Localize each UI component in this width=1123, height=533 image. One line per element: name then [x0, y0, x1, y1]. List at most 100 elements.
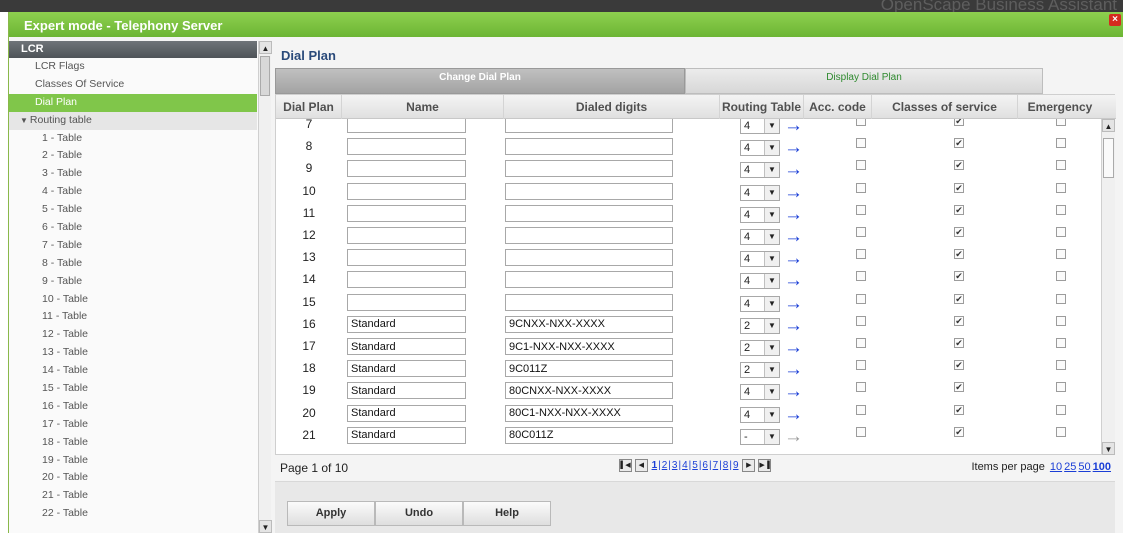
chevron-down-icon[interactable]: ▼: [764, 341, 779, 355]
column-header-dial-plan[interactable]: Dial Plan: [276, 95, 342, 119]
routing-table-select[interactable]: 2 ▼: [740, 362, 780, 379]
sidebar-item-table[interactable]: 8 - Table: [9, 255, 257, 273]
dialed-digits-field[interactable]: [505, 204, 673, 222]
column-header-routing-table[interactable]: Routing Table: [720, 95, 804, 119]
table-scrollbar[interactable]: ▲ ▼: [1101, 119, 1115, 455]
emergency-checkbox[interactable]: [1056, 426, 1066, 437]
page-link[interactable]: 7: [713, 460, 719, 471]
classes-of-service-checkbox[interactable]: [954, 271, 964, 282]
classes-of-service-checkbox[interactable]: [954, 138, 964, 149]
column-header-acc-code[interactable]: Acc. code: [804, 95, 872, 119]
table-scroll-thumb[interactable]: [1103, 138, 1114, 178]
route-arrow-icon[interactable]: →: [784, 382, 803, 401]
routing-table-select[interactable]: 4 ▼: [740, 384, 780, 401]
classes-of-service-checkbox[interactable]: [954, 338, 964, 348]
page-link[interactable]: 5: [692, 460, 698, 471]
acc-code-checkbox[interactable]: [856, 227, 866, 237]
acc-code-checkbox[interactable]: [856, 426, 866, 437]
acc-code-checkbox[interactable]: [856, 271, 866, 282]
dialed-digits-field[interactable]: [505, 315, 673, 333]
scroll-down-icon[interactable]: ▼: [1102, 442, 1115, 455]
items-per-page-option[interactable]: 25: [1064, 461, 1076, 473]
dialed-digits-field[interactable]: [505, 249, 673, 267]
chevron-down-icon[interactable]: ▼: [764, 119, 779, 133]
sidebar-item-table[interactable]: 6 - Table: [9, 219, 257, 237]
page-link[interactable]: 1: [652, 460, 658, 471]
acc-code-checkbox[interactable]: [856, 360, 866, 371]
route-arrow-icon[interactable]: →: [784, 227, 803, 246]
route-arrow-icon[interactable]: →: [784, 316, 803, 335]
chevron-down-icon[interactable]: ▼: [764, 274, 779, 289]
route-arrow-icon[interactable]: →: [784, 160, 803, 179]
dialed-digits-field[interactable]: [505, 360, 673, 378]
column-header-classes-of-service[interactable]: Classes of service: [872, 95, 1018, 119]
dialed-digits-field[interactable]: [505, 227, 673, 244]
sidebar-item-lcr-flags[interactable]: LCR Flags: [9, 58, 257, 76]
emergency-checkbox[interactable]: [1056, 315, 1066, 326]
column-header-emergency[interactable]: Emergency: [1018, 95, 1102, 119]
dialed-digits-field[interactable]: [505, 271, 673, 289]
emergency-checkbox[interactable]: [1056, 249, 1066, 260]
sidebar-item-table[interactable]: 13 - Table: [9, 344, 257, 362]
route-arrow-icon[interactable]: →: [784, 138, 803, 157]
name-field[interactable]: [347, 227, 466, 244]
acc-code-checkbox[interactable]: [856, 293, 866, 304]
name-field[interactable]: [347, 271, 466, 289]
routing-table-select[interactable]: 4 ▼: [740, 184, 780, 201]
acc-code-checkbox[interactable]: [856, 138, 866, 149]
sidebar-item-table[interactable]: 18 - Table: [9, 434, 257, 452]
acc-code-checkbox[interactable]: [856, 182, 866, 193]
acc-code-checkbox[interactable]: [856, 160, 866, 171]
routing-table-select[interactable]: 4 ▼: [740, 251, 780, 268]
page-link[interactable]: 2: [662, 460, 668, 471]
name-field[interactable]: [347, 338, 466, 355]
sidebar-scroll-thumb[interactable]: [260, 56, 270, 96]
dialed-digits-field[interactable]: [505, 293, 673, 311]
prev-page-icon[interactable]: ◀: [634, 459, 648, 472]
routing-table-select[interactable]: - ▼: [740, 428, 780, 445]
name-field[interactable]: [347, 204, 466, 222]
routing-table-select[interactable]: 4 ▼: [740, 273, 780, 290]
sidebar-item-table[interactable]: 17 - Table: [9, 416, 257, 434]
sidebar-item-dial-plan[interactable]: Dial Plan: [9, 93, 257, 112]
last-page-icon[interactable]: ▶▐: [758, 459, 772, 472]
classes-of-service-checkbox[interactable]: [954, 382, 964, 393]
page-link[interactable]: 6: [702, 460, 708, 471]
classes-of-service-checkbox[interactable]: [954, 182, 964, 193]
sidebar-item-table[interactable]: 9 - Table: [9, 273, 257, 291]
acc-code-checkbox[interactable]: [856, 382, 866, 393]
sidebar-item-table[interactable]: 3 - Table: [9, 165, 257, 183]
page-link[interactable]: 4: [682, 460, 688, 471]
chevron-down-icon[interactable]: ▼: [764, 407, 779, 422]
dialed-digits-field[interactable]: [505, 119, 673, 133]
sidebar-group-routing-table[interactable]: ▼ Routing table: [9, 111, 257, 130]
chevron-down-icon[interactable]: ▼: [764, 363, 779, 378]
acc-code-checkbox[interactable]: [856, 204, 866, 215]
classes-of-service-checkbox[interactable]: [954, 315, 964, 326]
routing-table-select[interactable]: 4 ▼: [740, 229, 780, 245]
classes-of-service-checkbox[interactable]: [954, 249, 964, 260]
dialed-digits-field[interactable]: [505, 160, 673, 178]
route-arrow-icon[interactable]: →: [784, 271, 803, 290]
page-link[interactable]: 3: [672, 460, 678, 471]
sidebar-item-table[interactable]: 22 - Table: [9, 505, 257, 523]
dialed-digits-field[interactable]: [505, 426, 673, 444]
route-arrow-icon[interactable]: →: [784, 205, 803, 224]
name-field[interactable]: [347, 293, 466, 311]
name-field[interactable]: [347, 138, 466, 156]
dialed-digits-field[interactable]: [505, 182, 673, 200]
name-field[interactable]: [347, 426, 466, 444]
dialed-digits-field[interactable]: [505, 382, 673, 400]
emergency-checkbox[interactable]: [1056, 271, 1066, 282]
sidebar-item-classes-of-service[interactable]: Classes Of Service: [9, 76, 257, 94]
close-icon[interactable]: ×: [1109, 14, 1121, 26]
sidebar-scrollbar[interactable]: ▲ ▼: [258, 41, 272, 533]
chevron-down-icon[interactable]: ▼: [764, 429, 779, 444]
emergency-checkbox[interactable]: [1056, 382, 1066, 393]
chevron-down-icon[interactable]: ▼: [764, 163, 779, 178]
routing-table-select[interactable]: 4 ▼: [740, 119, 780, 134]
sidebar-item-table[interactable]: 11 - Table: [9, 308, 257, 326]
next-page-icon[interactable]: ▶: [742, 459, 756, 472]
routing-table-select[interactable]: 4 ▼: [740, 206, 780, 223]
sidebar-item-table[interactable]: 15 - Table: [9, 380, 257, 398]
